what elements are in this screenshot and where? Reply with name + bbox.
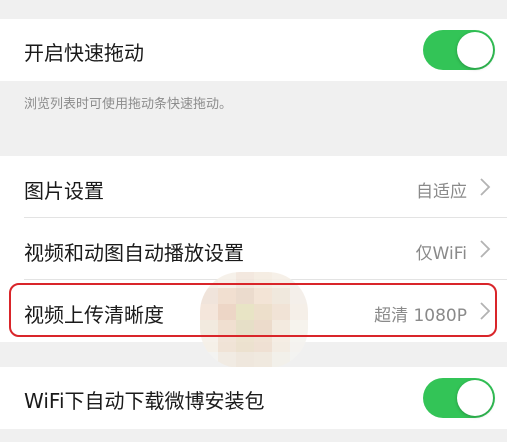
image-settings-value: 自适应 <box>416 182 467 202</box>
image-settings-label: 图片设置 <box>24 179 104 203</box>
fast-drag-toggle[interactable] <box>423 30 495 70</box>
highlight-box <box>9 283 497 337</box>
settings-row-video-autoplay[interactable]: 视频和动图自动播放设置 仅WiFi <box>0 218 507 280</box>
settings-row-image[interactable]: 图片设置 自适应 <box>0 156 507 218</box>
toggle-knob <box>457 380 493 416</box>
settings-row-wifi-download: WiFi下自动下载微博安装包 <box>0 367 507 429</box>
wifi-download-toggle[interactable] <box>423 378 495 418</box>
wifi-download-label: WiFi下自动下载微博安装包 <box>24 389 265 413</box>
video-autoplay-label: 视频和动图自动播放设置 <box>24 241 244 265</box>
toggle-knob <box>457 32 493 68</box>
chevron-right-icon <box>480 178 491 196</box>
settings-row-fast-drag: 开启快速拖动 <box>0 19 507 81</box>
fast-drag-label: 开启快速拖动 <box>24 41 144 65</box>
fast-drag-description: 浏览列表时可使用拖动条快速拖动。 <box>24 97 233 112</box>
chevron-right-icon <box>480 240 491 258</box>
video-autoplay-value: 仅WiFi <box>415 244 467 264</box>
